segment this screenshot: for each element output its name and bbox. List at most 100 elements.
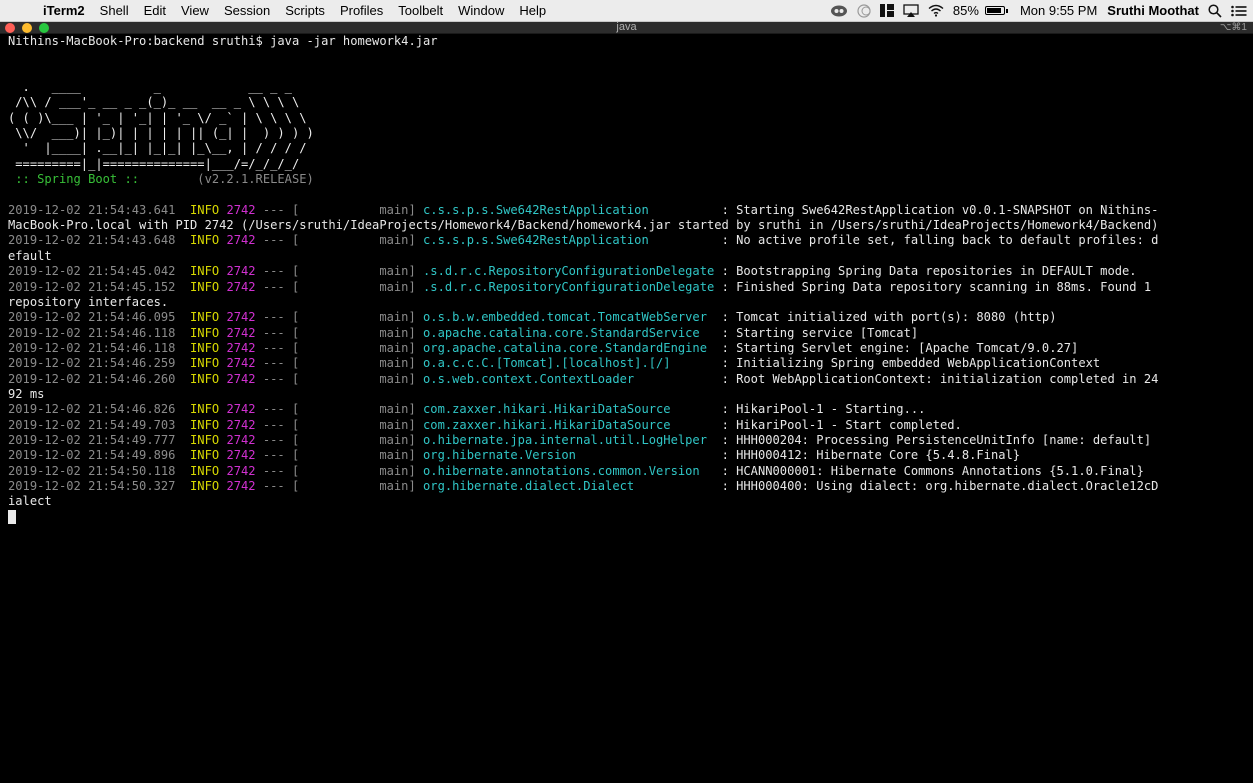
log-separator: --- [ <box>255 417 380 432</box>
log-separator: --- [ <box>255 233 380 248</box>
banner-text: \\/ ___)| |_)| | | | | || (_| | ) ) ) ) <box>8 126 314 141</box>
log-padding <box>634 372 721 386</box>
menu-help[interactable]: Help <box>519 3 546 18</box>
log-timestamp: 2019-12-02 21:54:46.118 <box>8 340 176 355</box>
log-message: : Starting Swe642RestApplication v0.0.1-… <box>721 202 1159 217</box>
log-logger: org.apache.catalina.core.StandardEngine <box>423 340 707 355</box>
log-separator: --- [ <box>255 264 380 279</box>
menu-clock[interactable]: Mon 9:55 PM <box>1020 3 1097 18</box>
log-separator: --- [ <box>255 325 380 340</box>
log-separator: --- [ <box>255 340 380 355</box>
log-separator: --- [ <box>255 279 380 294</box>
grid-layout-icon[interactable] <box>879 4 894 17</box>
log-continuation-line: efault <box>8 249 1253 264</box>
menu-scripts[interactable]: Scripts <box>285 3 325 18</box>
log-logger: c.s.s.p.s.Swe642RestApplication <box>423 202 649 217</box>
log-timestamp: 2019-12-02 21:54:49.703 <box>8 417 176 432</box>
log-logger: com.zaxxer.hikari.HikariDataSource <box>423 417 671 432</box>
banner-text: /\\ / ___'_ __ _ _(_)_ __ __ _ \ \ \ \ <box>8 95 300 110</box>
window-shortcut: ⌥⌘1 <box>1219 22 1247 33</box>
battery-icon[interactable] <box>984 6 1008 15</box>
menu-session[interactable]: Session <box>224 3 270 18</box>
log-logger: org.hibernate.dialect.Dialect <box>423 478 635 493</box>
spring-banner-line: /\\ / ___'_ __ _ _(_)_ __ __ _ \ \ \ \ <box>8 95 1253 110</box>
log-level: INFO <box>190 432 220 447</box>
log-padding <box>671 402 722 416</box>
spring-banner-line: =========|_|==============|___/=/_/_/_/ <box>8 157 1253 172</box>
airplay-icon[interactable] <box>903 4 919 17</box>
spring-banner-line: \\/ ___)| |_)| | | | | || (_| | ) ) ) ) <box>8 126 1253 141</box>
log-padding <box>700 464 722 478</box>
log-message-continuation: ialect <box>8 494 52 509</box>
spotlight-search-icon[interactable] <box>1208 3 1222 18</box>
log-thread: main] <box>379 279 416 294</box>
menu-bar: iTerm2 Shell Edit View Session Scripts P… <box>0 0 1253 22</box>
log-pid: 2742 <box>226 432 256 447</box>
window-title-bar[interactable]: java ⌥⌘1 <box>0 21 1253 34</box>
log-logger: .s.d.r.c.RepositoryConfigurationDelegate <box>423 279 715 294</box>
log-thread: main] <box>379 402 416 417</box>
log-thread: main] <box>379 325 416 340</box>
creative-cloud-icon[interactable] <box>830 4 848 17</box>
log-timestamp: 2019-12-02 21:54:46.259 <box>8 356 176 371</box>
log-pid: 2742 <box>226 202 256 217</box>
menu-window[interactable]: Window <box>458 3 504 18</box>
log-message: : HCANN000001: Hibernate Commons Annotat… <box>721 463 1144 478</box>
log-line: 2019-12-02 21:54:46.095 INFO 2742 --- [ … <box>8 310 1253 325</box>
banner-text <box>8 65 15 79</box>
log-pid: 2742 <box>226 233 256 248</box>
log-message-continuation: efault <box>8 248 52 263</box>
log-line: 2019-12-02 21:54:46.260 INFO 2742 --- [ … <box>8 372 1253 387</box>
menu-user[interactable]: Sruthi Moothat <box>1107 3 1199 18</box>
menu-edit[interactable]: Edit <box>144 3 166 18</box>
log-separator: --- [ <box>255 448 380 463</box>
log-padding <box>700 326 722 340</box>
log-logger: .s.d.r.c.RepositoryConfigurationDelegate <box>423 264 715 279</box>
log-line: 2019-12-02 21:54:50.327 INFO 2742 --- [ … <box>8 479 1253 494</box>
log-logger: o.hibernate.annotations.common.Version <box>423 463 700 478</box>
window-title: java <box>616 21 637 33</box>
log-timestamp: 2019-12-02 21:54:45.042 <box>8 264 176 279</box>
log-thread: main] <box>379 417 416 432</box>
wifi-icon[interactable] <box>928 4 944 17</box>
menu-shell[interactable]: Shell <box>100 3 129 18</box>
log-separator: --- [ <box>255 202 380 217</box>
menu-profiles[interactable]: Profiles <box>340 3 383 18</box>
log-timestamp: 2019-12-02 21:54:50.118 <box>8 463 176 478</box>
log-level: INFO <box>190 417 220 432</box>
log-thread: main] <box>379 264 416 279</box>
log-logger: o.s.b.w.embedded.tomcat.TomcatWebServer <box>423 310 707 325</box>
log-continuation-line: ialect <box>8 494 1253 509</box>
notification-center-icon[interactable] <box>1231 5 1247 17</box>
log-level: INFO <box>190 448 220 463</box>
log-message: : HikariPool-1 - Start completed. <box>721 417 962 432</box>
log-thread: main] <box>379 448 416 463</box>
menu-app-iterm2[interactable]: iTerm2 <box>43 3 85 18</box>
terminal-area[interactable]: Nithins-MacBook-Pro:backend sruthi$ java… <box>0 34 1253 783</box>
log-message: : Starting Servlet engine: [Apache Tomca… <box>721 340 1079 355</box>
eclipse-icon[interactable] <box>857 3 871 18</box>
log-timestamp: 2019-12-02 21:54:46.095 <box>8 310 176 325</box>
log-logger: o.a.c.c.C.[Tomcat].[localhost].[/] <box>423 356 671 371</box>
log-separator: --- [ <box>255 356 380 371</box>
log-thread: main] <box>379 478 416 493</box>
log-continuation-line: MacBook-Pro.local with PID 2742 (/Users/… <box>8 218 1253 233</box>
spring-banner-line: ( ( )\___ | '_ | '_| | '_ \/ _` | \ \ \ … <box>8 111 1253 126</box>
log-message: : Tomcat initialized with port(s): 8080 … <box>721 310 1057 325</box>
log-line: 2019-12-02 21:54:45.152 INFO 2742 --- [ … <box>8 280 1253 295</box>
log-line: 2019-12-02 21:54:43.641 INFO 2742 --- [ … <box>8 203 1253 218</box>
log-message: : Root WebApplicationContext: initializa… <box>721 371 1159 386</box>
log-logger: org.hibernate.Version <box>423 448 576 463</box>
log-timestamp: 2019-12-02 21:54:43.648 <box>8 233 176 248</box>
log-timestamp: 2019-12-02 21:54:49.777 <box>8 432 176 447</box>
menu-toolbelt[interactable]: Toolbelt <box>398 3 443 18</box>
log-level: INFO <box>190 264 220 279</box>
log-line: 2019-12-02 21:54:49.896 INFO 2742 --- [ … <box>8 448 1253 463</box>
log-thread: main] <box>379 202 416 217</box>
terminal-output: Nithins-MacBook-Pro:backend sruthi$ java… <box>0 34 1253 525</box>
log-separator: --- [ <box>255 371 380 386</box>
log-timestamp: 2019-12-02 21:54:50.327 <box>8 478 176 493</box>
menu-view[interactable]: View <box>181 3 209 18</box>
